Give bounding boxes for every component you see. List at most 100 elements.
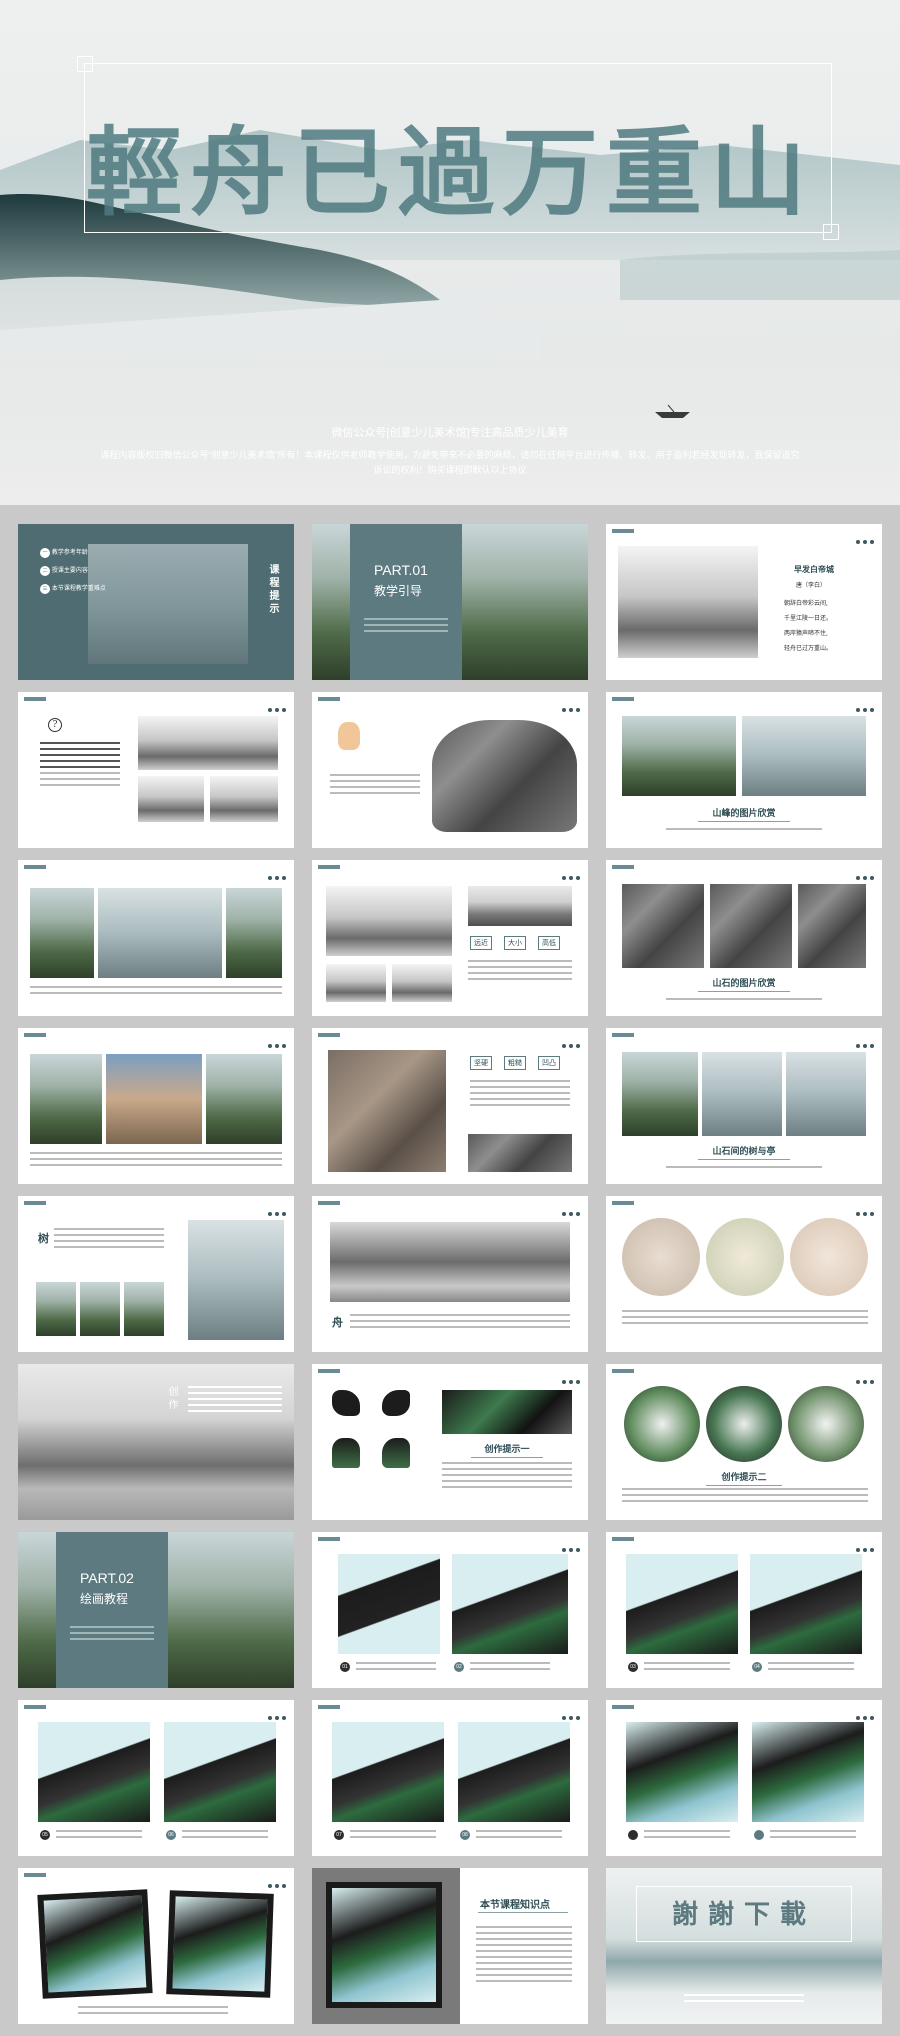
peak-photo (742, 716, 866, 796)
framed-artwork (166, 1890, 274, 1998)
pine-cliff-photo (188, 1220, 284, 1340)
cliff-photo (106, 1054, 202, 1144)
craft-step-photo (452, 1554, 568, 1654)
tag: 高低 (538, 936, 560, 950)
ink-river-painting (330, 1222, 570, 1302)
slide-caption: 创作提示二 (696, 1470, 792, 1486)
rock-photo (798, 884, 866, 968)
slide-thanks[interactable]: 謝謝下載 (606, 1868, 882, 2024)
step-number: 05 (40, 1830, 50, 1840)
poem-line: 朝辞白帝彩云间, (784, 600, 828, 607)
slide-questions[interactable]: ? (18, 692, 294, 848)
craft-step-photo (164, 1722, 276, 1822)
slide-stones-question[interactable] (312, 692, 588, 848)
craft-step-photo (332, 1722, 444, 1822)
misty-mountains-image (88, 544, 248, 664)
slide-step-05-06[interactable]: 05 06 (18, 1700, 294, 1856)
tag: 坚硬 (470, 1056, 492, 1070)
slide-cliffs[interactable] (18, 1028, 294, 1184)
poem-author: 唐（李白） (796, 582, 827, 589)
part-title: 绘画教程 (80, 1592, 129, 1606)
slide-caption: 创作提示一 (462, 1442, 552, 1458)
peak-photo (622, 716, 736, 796)
rock-photo (468, 1134, 572, 1172)
pavilion-photo (786, 1052, 866, 1136)
tag: 远近 (470, 936, 492, 950)
cliff-photo (30, 1054, 102, 1144)
craft-step-photo (338, 1554, 440, 1654)
tip-item: 一 教学参考年龄 (40, 544, 106, 562)
slide-framed-works[interactable] (18, 1868, 294, 2024)
knowledge-title: 本节课程知识点 (480, 1900, 550, 1911)
student-work-circle (624, 1386, 700, 1462)
slide-create-tip-1[interactable]: 创作提示一 (312, 1364, 588, 1520)
slide-caption: 山石间的树与亭 (686, 1144, 802, 1160)
ink-shape (332, 1438, 360, 1468)
ink-painting (392, 964, 452, 1002)
slide-knowledge-points[interactable]: 本节课程知识点 (312, 1868, 588, 2024)
slide-step-01-02[interactable]: 01 02 (312, 1532, 588, 1688)
slide-boat-paintings[interactable] (606, 1196, 882, 1352)
student-work-circle (706, 1386, 782, 1462)
ink-rock-texture (442, 1390, 572, 1434)
craft-step-photo (458, 1722, 570, 1822)
rock-photo (710, 884, 792, 968)
mountain-photo (30, 888, 94, 978)
part-title: 教学引导 (374, 584, 423, 598)
craft-step-photo (626, 1554, 738, 1654)
slide-poem[interactable]: 早发白帝城 唐（李白） 朝辞白帝彩云间, 千里江陵一日还。 两岸猿声啼不住, 轻… (606, 524, 882, 680)
slide-step-finish[interactable] (606, 1700, 882, 1856)
ink-landscape-image (618, 546, 758, 658)
tag: 凹凸 (538, 1056, 560, 1070)
mountain-photo (226, 888, 282, 978)
slide-part-01[interactable]: PART.01 教学引导 (312, 524, 588, 680)
tip-item: 二 授课主要内容 (40, 562, 106, 580)
tip-item: 三 本节课程教学重难点 (40, 580, 106, 598)
step-number: 02 (454, 1662, 464, 1672)
slide-caption: 山石的图片欣赏 (686, 976, 802, 992)
poem-line: 千里江陵一日还。 (784, 615, 833, 622)
slide-step-07-08[interactable]: 07 08 (312, 1700, 588, 1856)
slide-create-tip-2[interactable]: 创作提示二 (606, 1364, 882, 1520)
pine-photo (80, 1282, 120, 1336)
slide-peaks[interactable]: 山峰的图片欣赏 (606, 692, 882, 848)
slide-trees-pavilions[interactable]: 山石间的树与亭 (606, 1028, 882, 1184)
slide-boat[interactable]: 舟 (312, 1196, 588, 1352)
mountain-photo (98, 888, 222, 978)
course-tips-title: 课程提示 (267, 564, 278, 616)
stone-bonsai-image (432, 720, 577, 832)
craft-step-photo (752, 1722, 864, 1822)
slide-far-near[interactable]: 远近 大小 高低 (312, 860, 588, 1016)
pine-photo (124, 1282, 164, 1336)
tag: 大小 (504, 936, 526, 950)
framed-artwork (37, 1889, 153, 1999)
step-number: 07 (334, 1830, 344, 1840)
slide-trees[interactable]: 树 (18, 1196, 294, 1352)
boat-painting-circle (622, 1218, 700, 1296)
craft-step-photo (750, 1554, 862, 1654)
part-number: PART.01 (374, 562, 428, 578)
slide-step-03-04[interactable]: 03 04 (606, 1532, 882, 1688)
slide-mountain-photos[interactable] (18, 860, 294, 1016)
slide-course-tips[interactable]: 一 教学参考年龄 二 授课主要内容 三 本节课程教学重难点 课程提示 (18, 524, 294, 680)
craft-step-photo (38, 1722, 150, 1822)
ink-shape (332, 1390, 360, 1416)
cover-subtitle: 微信公众号[创意少儿美术馆]专注高品质少儿美育 (331, 427, 569, 439)
slide-rock-texture[interactable]: 坚硬 粗糙 凹凸 (312, 1028, 588, 1184)
rock-texture-photo (328, 1050, 446, 1172)
slide-rocks[interactable]: 山石的图片欣赏 (606, 860, 882, 1016)
pine-rock-photo (622, 1052, 698, 1136)
ink-shape (382, 1390, 410, 1416)
cover-disclaimer: 课程内容版权归微信公众号“创意少儿美术馆”所有！本课程仅供老师教学使用，为避免带… (100, 450, 800, 475)
step-number: 03 (628, 1662, 638, 1672)
slide-create-intro[interactable]: 创作 (18, 1364, 294, 1520)
poem-line: 轻舟已过万重山。 (784, 645, 833, 652)
thanks-title: 謝謝下載 (671, 1900, 816, 1930)
step-number: 06 (166, 1830, 176, 1840)
pine-rock-photo (702, 1052, 782, 1136)
part-number: PART.02 (80, 1570, 134, 1586)
part-panel: PART.01 教学引导 (350, 524, 462, 680)
cover-title: 輕舟已過万重山 (86, 116, 814, 229)
framed-artwork (326, 1882, 442, 2008)
slide-part-02[interactable]: PART.02 绘画教程 (18, 1532, 294, 1688)
